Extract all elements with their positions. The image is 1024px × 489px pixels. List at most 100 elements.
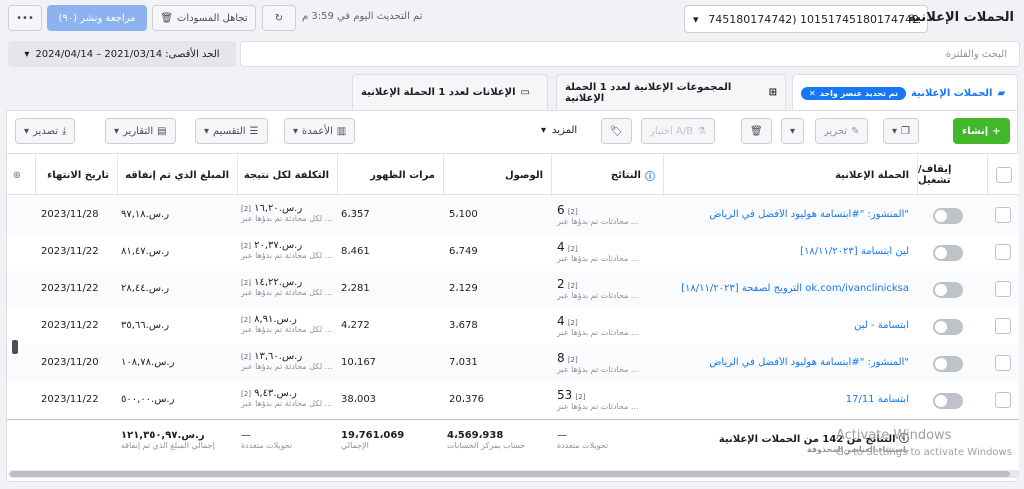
campaign-name-link[interactable]: [١٨/١١/٢٠٢٣] لين ابتسامة: [800, 246, 909, 257]
campaign-toggle[interactable]: [933, 319, 963, 335]
chevron-down-icon: ▾: [24, 125, 30, 137]
column-reach[interactable]: الوصول: [443, 154, 551, 196]
column-amount-spent[interactable]: المبلغ الذي تم إنفاقه: [117, 154, 237, 196]
tab-campaigns[interactable]: ✕ تم تحديد عنصر واحد الحملات الإعلانية ▰: [792, 74, 1018, 111]
more-dropdown[interactable]: ▾ المزيد: [541, 125, 577, 136]
campaign-name-link[interactable]: ابتسامة 17/11: [846, 394, 909, 405]
campaign-name-link[interactable]: [١٨/١١/٢٠٢٣] الترويج لصفحة ok.com/ivancl…: [681, 283, 909, 294]
campaign-name-link[interactable]: ابتسامة - لين: [854, 320, 909, 331]
campaign-name-link[interactable]: المنشور: "#ابتسامة هوليود الأفضل في الري…: [709, 357, 909, 368]
column-impressions[interactable]: مرات الظهور: [337, 154, 443, 196]
pencil-icon: ✎: [851, 125, 860, 137]
row-checkbox[interactable]: [995, 207, 1011, 223]
column-impressions-label: مرات الظهور: [370, 169, 435, 181]
columns-label: الأعمدة: [302, 125, 333, 137]
cost-sub: لكل محادثة تم بدؤها عبر ...: [241, 362, 333, 371]
edit-button[interactable]: ▾: [781, 118, 805, 144]
refresh-button[interactable]: ↻: [262, 5, 296, 31]
refresh-icon: ↻: [274, 12, 284, 24]
tab-ads[interactable]: الإعلانات لعدد 1 الحملة الإعلانية ▭: [352, 74, 548, 110]
spent-cell: ر.س.١٠٨,٧٨: [121, 357, 175, 368]
campaign-name-link[interactable]: المنشور: "#ابتسامة هوليود الأفضل في الري…: [709, 209, 909, 220]
add-column-icon[interactable]: ⊕: [7, 154, 35, 196]
delete-button[interactable]: 🗑: [741, 118, 772, 144]
review-publish-button[interactable]: مراجعة ونشر (٩٠): [47, 5, 147, 31]
row-checkbox[interactable]: [995, 355, 1011, 371]
totals-impressions-sub: الإجمالي: [341, 441, 369, 450]
info-icon[interactable]: ⓘ: [645, 168, 655, 183]
ab-test-button[interactable]: اختبار A/B ⚗: [641, 118, 716, 144]
results-cell: 2 [2] محادثات تم بدؤها عبر ...: [557, 277, 639, 300]
date-range-label: الحد الأقصى: 2021/03/14 – 2024/04/14: [35, 48, 220, 60]
row-checkbox[interactable]: [995, 281, 1011, 297]
column-results-label: النتائج: [610, 169, 641, 181]
spent-cell: ر.س.٥٠٠,٠٠: [121, 394, 175, 405]
selection-chip[interactable]: ✕ تم تحديد عنصر واحد: [801, 86, 907, 100]
column-onoff[interactable]: إيقاف/ تشغيل: [917, 154, 987, 196]
flask-icon: ⚗: [697, 125, 707, 137]
horizontal-scrollbar-thumb[interactable]: [10, 471, 1010, 477]
create-button[interactable]: إنشاء +: [953, 118, 1010, 144]
tab-adsets-label: المجموعات الإعلانية لعدد 1 الحملة الإعلا…: [565, 81, 732, 104]
table-row[interactable]: [١٨/١١/٢٠٢٣] الترويج لصفحة ok.com/ivancl…: [7, 271, 1019, 309]
discard-drafts-label: تجاهل المسودات: [177, 12, 248, 24]
campaigns-panel: ▾ تصدير ⤓ ▾ التقارير ▤ ▾ التقسيم ☰ ▾ الأ…: [6, 110, 1019, 482]
results-value: 6: [557, 203, 565, 217]
campaign-toggle[interactable]: [933, 393, 963, 409]
spent-cell: ر.س.٢٨,٤٤: [121, 283, 170, 294]
vertical-scrollbar-thumb[interactable]: [12, 340, 18, 354]
tab-adsets[interactable]: المجموعات الإعلانية لعدد 1 الحملة الإعلا…: [556, 74, 786, 110]
reach-cell: 6،749: [449, 246, 478, 257]
search-placeholder: البحث والفلترة: [945, 48, 1007, 60]
totals-reach-sub: حساب بمركز الحسابات: [447, 441, 526, 450]
campaign-toggle[interactable]: [933, 356, 963, 372]
impressions-cell: 2،281: [341, 283, 370, 294]
table-row[interactable]: ابتسامة 17/11 53 [2] محادثات تم بدؤها عب…: [7, 382, 1019, 420]
last-updated-text: تم التحديث اليوم في 3:59 م: [302, 11, 423, 22]
horizontal-scrollbar[interactable]: [8, 470, 1020, 478]
table-row[interactable]: [١٨/١١/٢٠٢٣] لين ابتسامة 4 [2] محادثات ت…: [7, 234, 1019, 272]
select-all-checkbox[interactable]: [995, 167, 1012, 183]
cost-value: ر.س.٩,٤٣: [254, 388, 297, 399]
column-cost-per-result[interactable]: التكلفة لكل نتيجة: [237, 154, 337, 196]
columns-button[interactable]: ▾ الأعمدة ▥: [284, 118, 356, 144]
table-row[interactable]: ابتسامة - لين 4 [2] محادثات تم بدؤها عبر…: [7, 308, 1019, 346]
campaign-toggle[interactable]: [933, 208, 963, 224]
date-range-picker[interactable]: ▾ الحد الأقصى: 2021/03/14 – 2024/04/14: [8, 41, 236, 67]
column-end-date[interactable]: تاريخ الانتهاء: [35, 154, 117, 196]
column-campaign[interactable]: الحملة الإعلانية: [663, 154, 917, 196]
close-icon[interactable]: ✕: [809, 89, 816, 98]
table-row[interactable]: المنشور: "#ابتسامة هوليود الأفضل في الري…: [7, 345, 1019, 383]
cost-badge: [2]: [241, 316, 251, 324]
totals-row: النتائج من 142 من الحملات الإعلانية ⓘ با…: [7, 419, 1019, 471]
export-button[interactable]: ▾ تصدير ⤓: [15, 118, 76, 144]
column-cost-per-result-label: التكلفة لكل نتيجة: [243, 169, 329, 181]
edit-main-button[interactable]: تحرير ✎: [815, 118, 869, 144]
search-input[interactable]: البحث والفلترة: [240, 41, 1020, 67]
end-date-cell: 2023/11/20: [41, 357, 99, 368]
row-checkbox[interactable]: [995, 244, 1011, 260]
results-sub: محادثات تم بدؤها عبر ...: [557, 291, 639, 300]
results-badge: [2]: [567, 356, 578, 364]
duplicate-button[interactable]: ▾ ❐: [883, 118, 919, 144]
table-row[interactable]: المنشور: "#ابتسامة هوليود الأفضل في الري…: [7, 197, 1019, 235]
results-cell: 6 [2] محادثات تم بدؤها عبر ...: [557, 203, 639, 226]
column-results[interactable]: النتائج ⓘ: [551, 154, 663, 196]
campaign-toggle[interactable]: [933, 245, 963, 261]
discard-drafts-button[interactable]: 🗑 تجاهل المسودات: [152, 5, 256, 31]
cost-cell: ر.س.٨,٩١ [2] لكل محادثة تم بدؤها عبر ...: [241, 314, 332, 334]
account-selector[interactable]: ▾ 745180174742) 10151745180174742: [684, 5, 928, 33]
tag-button[interactable]: 🏷: [601, 118, 632, 144]
reports-button[interactable]: ▾ التقارير ▤: [105, 118, 176, 144]
more-button[interactable]: •••: [8, 5, 42, 31]
cost-value: ر.س.١٤,٢٢: [254, 277, 303, 288]
row-checkbox[interactable]: [995, 318, 1011, 334]
impressions-cell: 6،357: [341, 209, 370, 220]
breakdown-icon: ☰: [249, 125, 259, 137]
breakdown-button[interactable]: ▾ التقسيم ☰: [195, 118, 268, 144]
download-icon: ⤓: [62, 125, 67, 137]
row-checkbox[interactable]: [995, 392, 1011, 408]
results-sub: محادثات تم بدؤها عبر ...: [557, 254, 639, 263]
spent-cell: ر.س.٩٧,١٨: [121, 209, 170, 220]
campaign-toggle[interactable]: [933, 282, 963, 298]
